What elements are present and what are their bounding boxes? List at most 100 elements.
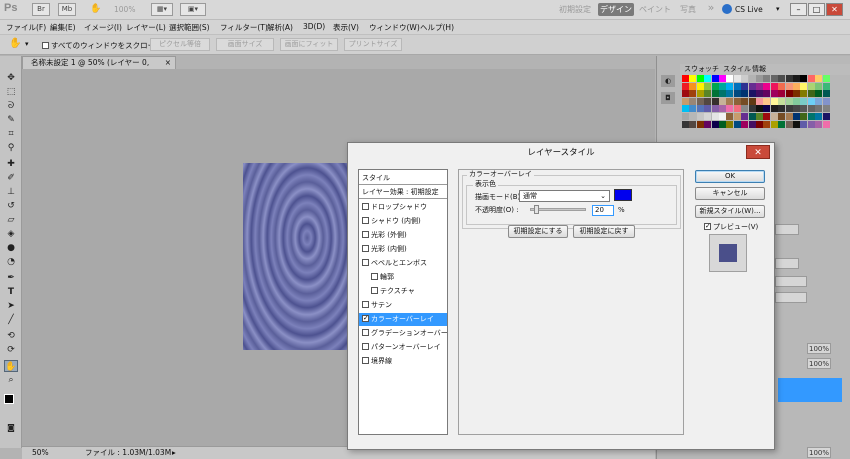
scroll-all-checkbox[interactable] <box>42 41 49 49</box>
opacity-input[interactable]: 20 <box>592 205 614 216</box>
color-swatch[interactable] <box>815 90 823 98</box>
foreground-color-swatch[interactable] <box>4 394 14 404</box>
color-swatch[interactable] <box>704 97 712 105</box>
checkbox[interactable] <box>371 286 378 294</box>
paint-bucket-tool-icon[interactable]: ◈ <box>4 228 18 240</box>
color-swatch[interactable] <box>785 97 793 105</box>
color-swatch[interactable] <box>726 82 734 90</box>
color-swatch[interactable] <box>800 97 808 105</box>
color-swatch[interactable] <box>711 75 719 82</box>
color-swatch[interactable] <box>822 90 830 98</box>
tab-info[interactable]: 情報 <box>752 64 766 75</box>
color-swatch[interactable] <box>704 120 712 128</box>
style-item-stroke[interactable]: 境界線 <box>359 355 447 368</box>
tab-styles[interactable]: スタイル <box>723 64 751 75</box>
color-swatch[interactable] <box>793 90 800 98</box>
color-swatch[interactable] <box>807 90 815 98</box>
checkbox[interactable] <box>362 230 369 238</box>
color-swatch[interactable] <box>748 90 756 98</box>
color-swatch[interactable] <box>778 82 786 90</box>
color-swatch[interactable] <box>778 113 786 120</box>
color-swatch[interactable] <box>682 97 689 105</box>
color-swatch[interactable] <box>711 113 719 120</box>
color-swatch[interactable] <box>822 105 830 113</box>
checkbox[interactable] <box>362 342 369 350</box>
more-workspaces-icon[interactable]: » <box>704 1 718 14</box>
color-swatch[interactable] <box>719 120 726 128</box>
cs-live-dropdown-icon[interactable]: ▾ <box>776 5 780 13</box>
color-swatch[interactable] <box>711 120 719 128</box>
shape-tool-icon[interactable]: ╱ <box>4 314 18 326</box>
color-swatch[interactable] <box>785 75 793 82</box>
style-item-color-overlay[interactable]: ✓ カラーオーバーレイ <box>359 313 447 326</box>
color-swatch[interactable] <box>726 97 734 105</box>
color-swatch[interactable] <box>763 90 771 98</box>
menu-help[interactable]: ヘルプ(H) <box>420 22 454 33</box>
color-swatch[interactable] <box>763 113 771 120</box>
color-swatch[interactable] <box>785 90 793 98</box>
color-swatch[interactable] <box>689 120 697 128</box>
color-swatch[interactable] <box>741 97 749 105</box>
color-swatch[interactable] <box>711 90 719 98</box>
color-swatch[interactable] <box>800 120 808 128</box>
menu-select[interactable]: 選択範囲(S) <box>169 22 210 33</box>
hand-tool-icon[interactable]: ✋ <box>90 4 101 14</box>
color-swatch[interactable] <box>689 97 697 105</box>
panel-field-2[interactable] <box>775 258 799 269</box>
color-swatch[interactable] <box>822 120 830 128</box>
color-swatch[interactable] <box>756 75 763 82</box>
color-swatch[interactable] <box>741 82 749 90</box>
color-swatch[interactable] <box>763 105 771 113</box>
lasso-tool-icon[interactable]: ᘐ <box>4 100 18 112</box>
style-item-bevel-emboss[interactable]: ベベルとエンボス <box>359 257 447 270</box>
color-swatch[interactable] <box>719 113 726 120</box>
zoom-level-readout[interactable]: 100% <box>114 5 135 14</box>
style-item-inner-glow[interactable]: 光彩 (内側) <box>359 243 447 256</box>
color-swatch[interactable] <box>793 82 800 90</box>
healing-brush-tool-icon[interactable]: ✚ <box>4 158 18 170</box>
menu-3d[interactable]: 3D(D) <box>303 22 325 31</box>
dodge-tool-icon[interactable]: ◔ <box>4 256 18 268</box>
arrange-documents-icon[interactable]: ▦▾ <box>151 3 173 16</box>
color-swatch[interactable] <box>785 120 793 128</box>
color-swatch[interactable] <box>719 75 726 82</box>
color-swatch[interactable] <box>770 75 778 82</box>
quick-mask-icon[interactable]: ◙ <box>4 422 18 434</box>
color-swatch[interactable] <box>793 105 800 113</box>
color-swatch[interactable] <box>696 105 704 113</box>
color-swatch[interactable] <box>719 97 726 105</box>
zoom-tool-icon[interactable]: ⌕ <box>4 374 18 386</box>
marquee-tool-icon[interactable]: ⬚ <box>4 86 18 98</box>
color-swatch[interactable] <box>733 97 741 105</box>
scroll-all-windows-option[interactable]: すべてのウィンドウをスクロール <box>42 40 163 51</box>
color-swatch[interactable] <box>719 105 726 113</box>
layer-opacity-field[interactable]: 100% <box>807 343 831 354</box>
style-item-drop-shadow[interactable]: ドロップシャドウ <box>359 201 447 214</box>
workspace-photo[interactable]: 写真 <box>676 3 700 16</box>
color-swatch[interactable] <box>696 90 704 98</box>
color-swatch[interactable] <box>785 113 793 120</box>
panel-dropdown-1[interactable] <box>775 276 807 287</box>
color-swatch[interactable] <box>741 120 749 128</box>
color-swatch[interactable] <box>682 90 689 98</box>
color-swatch[interactable] <box>741 90 749 98</box>
color-swatch[interactable] <box>711 97 719 105</box>
color-swatch[interactable] <box>815 82 823 90</box>
color-swatch[interactable] <box>770 90 778 98</box>
color-swatch[interactable] <box>807 75 815 82</box>
dialog-close-button[interactable]: ✕ <box>746 145 770 159</box>
checkbox[interactable] <box>362 216 369 224</box>
style-item-contour[interactable]: 輪郭 <box>359 271 447 284</box>
color-swatch[interactable] <box>778 75 786 82</box>
color-swatch[interactable] <box>793 120 800 128</box>
color-swatch[interactable] <box>696 97 704 105</box>
preview-checkbox[interactable]: ✓ <box>704 222 711 230</box>
color-swatch[interactable] <box>748 97 756 105</box>
print-size-button[interactable]: プリントサイズ <box>344 38 402 51</box>
color-swatch[interactable] <box>733 120 741 128</box>
color-swatch[interactable] <box>800 82 808 90</box>
color-swatch[interactable] <box>689 105 697 113</box>
menu-view[interactable]: 表示(V) <box>333 22 359 33</box>
color-swatch[interactable] <box>719 82 726 90</box>
color-swatch[interactable] <box>756 90 763 98</box>
